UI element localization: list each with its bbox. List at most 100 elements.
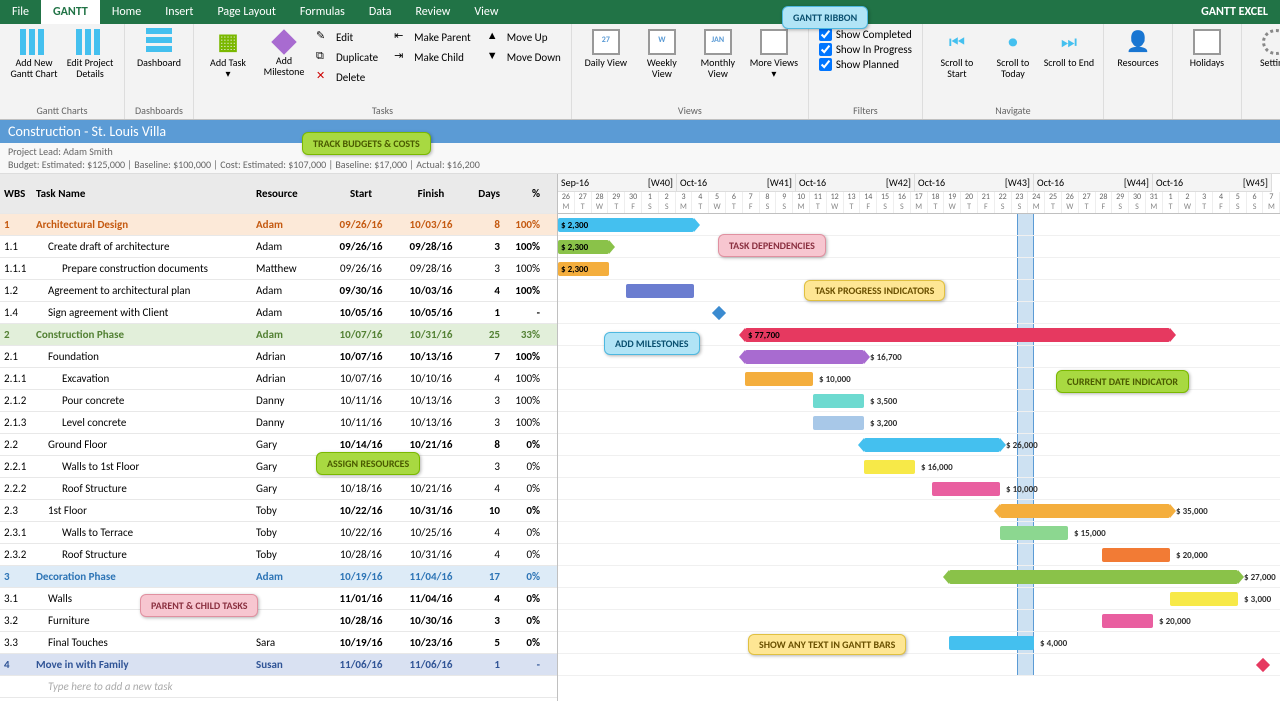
edit-task-button[interactable]: ✎Edit	[312, 27, 382, 47]
callout-show-text: SHOW ANY TEXT IN GANTT BARS	[748, 634, 906, 655]
gantt-bar[interactable]: $ 2,300	[558, 262, 609, 276]
task-header-row: WBS Task Name Resource Start Finish Days…	[0, 174, 557, 214]
move-up-button[interactable]: ▲Move Up	[483, 27, 565, 47]
ribbon-group-tasks: ▦Add Task▾ Add Milestone ✎Edit ⧉Duplicat…	[194, 24, 572, 119]
menu-tab-home[interactable]: Home	[100, 0, 153, 24]
task-row[interactable]: 1Architectural DesignAdam09/26/1610/03/1…	[0, 214, 557, 236]
menu-tab-gantt[interactable]: GANTT	[41, 0, 100, 24]
gantt-bar[interactable]: $ 3,500	[813, 394, 864, 408]
gantt-row: $ 2,300	[558, 258, 1280, 280]
delete-task-button[interactable]: ✕Delete	[312, 67, 382, 87]
gantt-bar[interactable]: $ 3,200	[813, 416, 864, 430]
gantt-row: $ 3,000	[558, 588, 1280, 610]
new-task-row[interactable]: Type here to add a new task	[0, 676, 557, 698]
task-row[interactable]: 4Move in with FamilySusan11/06/1611/06/1…	[0, 654, 557, 676]
gantt-bar[interactable]: $ 77,700	[745, 328, 1170, 342]
gantt-bar[interactable]: $ 26,000	[864, 438, 1000, 452]
delete-icon: ✕	[316, 69, 332, 85]
ribbon-group-dashboards: Dashboard Dashboards	[125, 24, 194, 119]
duplicate-task-button[interactable]: ⧉Duplicate	[312, 47, 382, 67]
gantt-bar[interactable]: $ 10,000	[745, 372, 813, 386]
task-row[interactable]: 1.4Sign agreement with ClientAdam10/05/1…	[0, 302, 557, 324]
menu-tab-review[interactable]: Review	[403, 0, 462, 24]
task-row[interactable]: 2.3.2Roof StructureToby10/28/1610/31/164…	[0, 544, 557, 566]
task-row[interactable]: 1.1Create draft of architectureAdam09/26…	[0, 236, 557, 258]
gantt-bar[interactable]	[626, 284, 694, 298]
callout-track-budgets: TRACK BUDGETS & COSTS	[302, 132, 431, 155]
task-row[interactable]: 2.2.2Roof StructureGary10/18/1610/21/164…	[0, 478, 557, 500]
menu-tab-insert[interactable]: Insert	[153, 0, 205, 24]
gantt-bar[interactable]: $ 3,000	[1170, 592, 1238, 606]
gantt-row: $ 26,000	[558, 434, 1280, 456]
gantt-row: $ 35,000	[558, 500, 1280, 522]
milestone-diamond[interactable]	[1256, 658, 1270, 672]
add-task-button[interactable]: ▦Add Task▾	[200, 27, 256, 81]
ribbon-group-resources: 👤Resources	[1104, 24, 1173, 119]
forward-icon: ⏭	[1055, 29, 1083, 55]
menu-tab-data[interactable]: Data	[357, 0, 404, 24]
menu-tab-formulas[interactable]: Formulas	[288, 0, 357, 24]
person-icon: 👤	[1124, 29, 1152, 55]
settings-button[interactable]: Settings	[1248, 27, 1280, 70]
task-row[interactable]: 3.2Furniture10/28/1610/30/1630%	[0, 610, 557, 632]
resources-button[interactable]: 👤Resources	[1110, 27, 1166, 70]
gantt-bar[interactable]: $ 2,300	[558, 240, 609, 254]
gantt-bar[interactable]: $ 15,000	[1000, 526, 1068, 540]
task-row[interactable]: 2.2.1Walls to 1st FloorGary30%	[0, 456, 557, 478]
menu-tab-file[interactable]: File	[0, 0, 41, 24]
callout-task-progress: TASK PROGRESS INDICATORS	[804, 280, 945, 301]
add-new-gantt-button[interactable]: Add New Gantt Chart	[6, 27, 62, 81]
show-completed-checkbox[interactable]: Show Completed	[815, 27, 916, 42]
task-row[interactable]: 3.1Walls11/01/1611/04/1640%	[0, 588, 557, 610]
gantt-bar[interactable]: $ 10,000	[932, 482, 1000, 496]
milestone-diamond[interactable]	[712, 306, 726, 320]
add-milestone-button[interactable]: Add Milestone	[256, 27, 312, 79]
gantt-bar[interactable]: $ 16,000	[864, 460, 915, 474]
task-row[interactable]: 3.3Final TouchesSara10/19/1610/23/1650%	[0, 632, 557, 654]
weekly-view-button[interactable]: Weekly View	[634, 27, 690, 81]
task-row[interactable]: 2.2Ground FloorGary10/14/1610/21/1680%	[0, 434, 557, 456]
gantt-bar[interactable]: $ 20,000	[1102, 548, 1170, 562]
task-row[interactable]: 2.1.2Pour concreteDanny10/11/1610/13/163…	[0, 390, 557, 412]
pencil-icon: ✎	[316, 29, 332, 45]
task-row[interactable]: 2.3.1Walls to TerraceToby10/22/1610/25/1…	[0, 522, 557, 544]
task-row[interactable]: 2.1FoundationAdrian10/07/1610/13/167100%	[0, 346, 557, 368]
dashboard-button[interactable]: Dashboard	[131, 27, 187, 70]
task-row[interactable]: 2Construction PhaseAdam10/07/1610/31/162…	[0, 324, 557, 346]
gantt-row: $ 20,000	[558, 544, 1280, 566]
gantt-bar[interactable]: $ 27,000	[949, 570, 1238, 584]
gear-icon	[1262, 29, 1280, 55]
ribbon-group-holidays: Holidays	[1173, 24, 1242, 119]
task-row[interactable]: 1.2Agreement to architectural planAdam09…	[0, 280, 557, 302]
gantt-row: $ 16,000	[558, 456, 1280, 478]
task-row[interactable]: 3Decoration PhaseAdam10/19/1611/04/16170…	[0, 566, 557, 588]
task-row[interactable]: 2.1.3Level concreteDanny10/11/1610/13/16…	[0, 412, 557, 434]
timeline-header: Sep-16[W40]Oct-16[W41]Oct-16[W42]Oct-16[…	[558, 174, 1280, 214]
task-row[interactable]: 1.1.1Prepare construction documentsMatth…	[0, 258, 557, 280]
callout-add-milestones: ADD MILESTONES	[604, 332, 700, 355]
move-down-button[interactable]: ▼Move Down	[483, 47, 565, 67]
task-row[interactable]: 2.1.1ExcavationAdrian10/07/1610/10/16410…	[0, 368, 557, 390]
menu-tab-page-layout[interactable]: Page Layout	[205, 0, 287, 24]
task-row[interactable]: 2.31st FloorToby10/22/1610/31/16100%	[0, 500, 557, 522]
daily-view-button[interactable]: Daily View	[578, 27, 634, 70]
gantt-bar[interactable]: $ 35,000	[1000, 504, 1170, 518]
scroll-start-button[interactable]: ⏮Scroll to Start	[929, 27, 985, 81]
gantt-bar[interactable]: $ 16,700	[745, 350, 864, 364]
show-inprogress-checkbox[interactable]: Show In Progress	[815, 42, 916, 57]
scroll-today-button[interactable]: ⏺Scroll to Today	[985, 27, 1041, 81]
edit-project-button[interactable]: Edit Project Details	[62, 27, 118, 81]
gantt-bar[interactable]: $ 20,000	[1102, 614, 1153, 628]
monthly-view-button[interactable]: Monthly View	[690, 27, 746, 81]
make-parent-button[interactable]: ⇤Make Parent	[390, 27, 475, 47]
menu-tab-view[interactable]: View	[462, 0, 510, 24]
gantt-bar[interactable]: $ 4,000	[949, 636, 1034, 650]
ribbon: Add New Gantt Chart Edit Project Details…	[0, 24, 1280, 120]
holidays-button[interactable]: Holidays	[1179, 27, 1235, 70]
more-views-button[interactable]: More Views▾	[746, 27, 802, 81]
show-planned-checkbox[interactable]: Show Planned	[815, 57, 916, 72]
scroll-end-button[interactable]: ⏭Scroll to End	[1041, 27, 1097, 70]
project-lead: Project Lead: Adam Smith	[8, 145, 566, 158]
gantt-bar[interactable]: $ 2,300	[558, 218, 694, 232]
make-child-button[interactable]: ⇥Make Child	[390, 47, 475, 67]
